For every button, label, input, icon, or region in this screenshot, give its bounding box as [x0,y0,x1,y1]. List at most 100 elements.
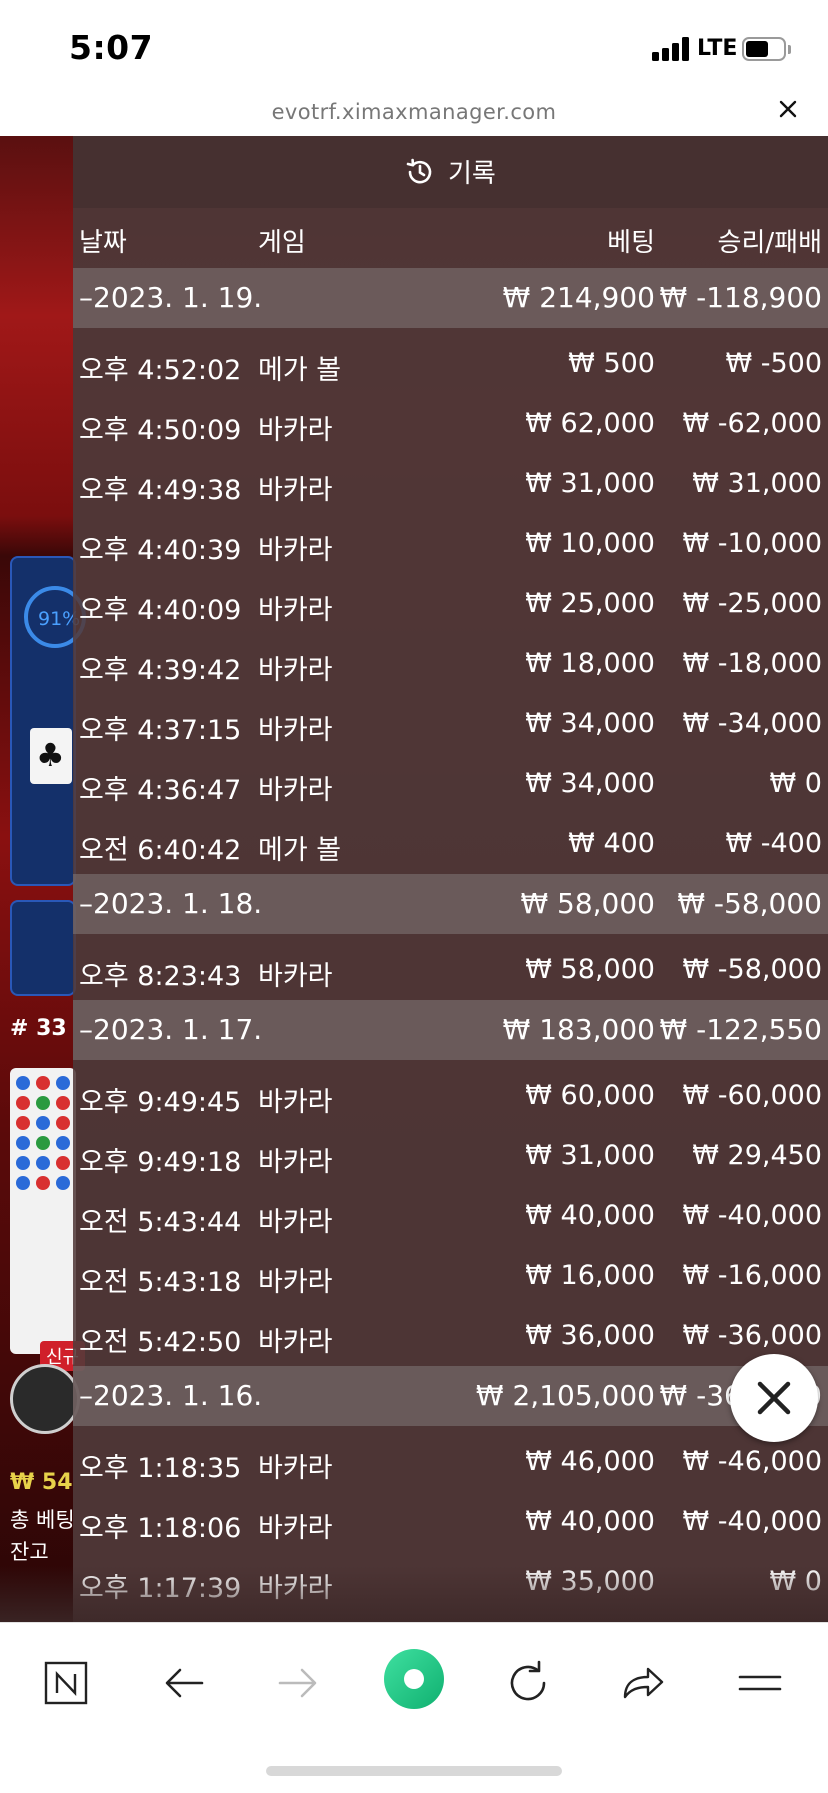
row-game: 바카라 [258,1147,333,1178]
group-date: –2023. 1. 19. [79,281,263,314]
row-game: 바카라 [258,535,333,566]
row-time: 오후 4:37:15 [79,715,242,746]
history-row[interactable]: 오후 4:40:39 바카라 ₩ 10,000 ₩ -10,000 [73,514,828,574]
history-row[interactable]: 오후 1:18:06 바카라 ₩ 40,000 ₩ -40,000 [73,1492,828,1552]
url-text[interactable]: evotrf.ximaxmanager.com [0,100,828,124]
row-result: ₩ 31,000 [692,468,822,499]
menu-icon[interactable] [730,1653,790,1713]
row-result: ₩ -36,000 [682,1320,823,1351]
row-result: ₩ -16,000 [682,1260,823,1291]
club-icon: ♣ [36,736,65,774]
history-row[interactable]: 오후 8:23:43 바카라 ₩ 58,000 ₩ -58,000 [73,940,828,1000]
row-time: 오후 4:52:02 [79,355,242,386]
row-game: 바카라 [258,1513,333,1544]
game-side-button [10,900,76,996]
history-row[interactable]: 오후 9:49:45 바카라 ₩ 60,000 ₩ -60,000 [73,1066,828,1126]
history-row[interactable]: 오후 4:36:47 바카라 ₩ 34,000 ₩ 0 [73,754,828,814]
row-time: 오후 1:18:35 [79,1453,242,1484]
row-result: ₩ -25,000 [682,588,823,619]
refresh-icon[interactable] [498,1653,558,1713]
row-result: ₩ -40,000 [682,1200,823,1231]
row-bet: ₩ 31,000 [525,468,655,499]
row-time: 오후 4:39:42 [79,655,242,686]
back-arrow-icon[interactable] [154,1653,214,1713]
row-time: 오후 4:49:38 [79,475,242,506]
bead-road [10,1068,76,1354]
row-game: 바카라 [258,475,333,506]
row-result: ₩ -400 [725,828,822,859]
row-bet: ₩ 34,000 [525,708,655,739]
row-result: ₩ -60,000 [682,1080,823,1111]
date-group-row[interactable]: –2023. 1. 18. ₩ 58,000 ₩ -58,000 [73,874,828,934]
row-game: 바카라 [258,775,333,806]
row-bet: ₩ 16,000 [525,1260,655,1291]
history-list[interactable]: –2023. 1. 19. ₩ 214,900 ₩ -118,900 오후 4:52:… [73,268,828,1612]
row-bet: ₩ 18,000 [525,648,655,679]
row-result: ₩ -58,000 [682,954,823,985]
row-time: 오후 1:18:06 [79,1513,242,1544]
green-dot-icon[interactable] [382,1647,446,1711]
forward-arrow-icon[interactable] [268,1653,328,1713]
row-result: ₩ -46,000 [682,1446,823,1477]
col-game: 게임 [258,228,306,258]
row-time: 오후 9:49:18 [79,1147,242,1178]
history-row[interactable]: 오후 4:37:15 바카라 ₩ 34,000 ₩ -34,000 [73,694,828,754]
group-bet-total: ₩ 183,000 [502,1013,655,1046]
history-row[interactable]: 오전 5:43:44 바카라 ₩ 40,000 ₩ -40,000 [73,1186,828,1246]
history-row[interactable]: 오후 4:40:09 바카라 ₩ 25,000 ₩ -25,000 [73,574,828,634]
col-bet: 베팅 [607,228,655,258]
row-game: 메가 볼 [258,835,342,866]
row-bet: ₩ 400 [568,828,655,859]
history-row[interactable]: 오후 4:39:42 바카라 ₩ 18,000 ₩ -18,000 [73,634,828,694]
history-row[interactable]: 오전 5:43:18 바카라 ₩ 16,000 ₩ -16,000 [73,1246,828,1306]
status-bar: 5:07 LTE [0,0,828,96]
row-result: ₩ 29,450 [692,1140,822,1171]
balance-amount: ₩ 54 [10,1470,73,1495]
row-time: 오후 4:36:47 [79,775,242,806]
row-bet: ₩ 500 [568,348,655,379]
history-row[interactable]: 오후 9:49:18 바카라 ₩ 31,000 ₩ 29,450 [73,1126,828,1186]
history-row[interactable]: 오전 6:40:42 메가 볼 ₩ 400 ₩ -400 [73,814,828,874]
history-row[interactable]: 오후 1:18:35 바카라 ₩ 46,000 ₩ -46,000 [73,1432,828,1492]
share-icon[interactable] [612,1653,672,1713]
status-time: 5:07 [69,28,154,67]
row-bet: ₩ 31,000 [525,1140,655,1171]
naver-home-icon[interactable] [36,1653,96,1713]
close-icon[interactable] [775,96,801,122]
balance-label: 잔고 [10,1540,49,1564]
row-game: 메가 볼 [258,355,342,386]
group-date: –2023. 1. 18. [79,887,263,920]
close-history-button[interactable] [730,1354,818,1442]
row-time: 오전 5:43:44 [79,1207,242,1238]
group-date: –2023. 1. 17. [79,1013,263,1046]
history-row[interactable]: 오전 5:42:50 바카라 ₩ 36,000 ₩ -36,000 [73,1306,828,1366]
row-time: 오전 6:40:42 [79,835,242,866]
date-group-row[interactable]: –2023. 1. 19. ₩ 214,900 ₩ -118,900 [73,268,828,328]
row-time: 오후 9:49:45 [79,1087,242,1118]
column-headers: 날짜 게임 베팅 승리/패배 [73,208,828,268]
group-bet-total: ₩ 2,105,000 [475,1379,655,1412]
close-icon[interactable] [752,1376,796,1420]
group-result-total: ₩ -118,900 [659,281,822,314]
row-result: ₩ -10,000 [682,528,823,559]
row-bet: ₩ 34,000 [525,768,655,799]
row-result: ₩ 0 [769,768,822,799]
row-bet: ₩ 58,000 [525,954,655,985]
row-bet: ₩ 40,000 [525,1506,655,1537]
history-row[interactable]: 오후 4:49:38 바카라 ₩ 31,000 ₩ 31,000 [73,454,828,514]
history-row[interactable]: 오후 4:52:02 메가 볼 ₩ 500 ₩ -500 [73,334,828,394]
history-title: 기록 [448,159,496,189]
date-group-row[interactable]: –2023. 1. 17. ₩ 183,000 ₩ -122,550 [73,1000,828,1060]
signal-icon [652,36,692,61]
date-group-row[interactable]: –2023. 1. 16.₩ 2,105,000₩ -365,050 [73,1366,828,1426]
url-bar[interactable]: evotrf.ximaxmanager.com [0,96,828,136]
chip-button [10,1364,80,1434]
history-row[interactable]: 오후 4:50:09 바카라 ₩ 62,000 ₩ -62,000 [73,394,828,454]
row-time: 오후 4:40:39 [79,535,242,566]
history-header: 기록 [73,136,828,208]
row-game: 바카라 [258,1453,333,1484]
history-icon [406,158,432,184]
row-result: ₩ -34,000 [682,708,823,739]
row-game: 바카라 [258,595,333,626]
row-game: 바카라 [258,655,333,686]
